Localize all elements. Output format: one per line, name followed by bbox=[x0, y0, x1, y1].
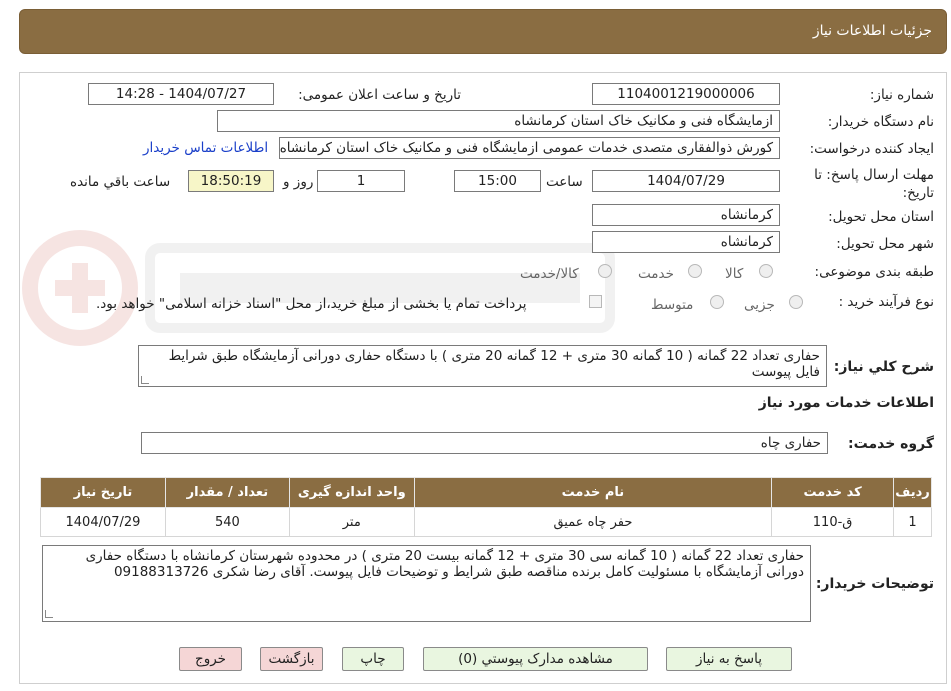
category-service-radio[interactable] bbox=[688, 264, 702, 278]
process-minor-radio[interactable] bbox=[789, 295, 803, 309]
city-field: کرمانشاه bbox=[592, 231, 780, 253]
table-row[interactable]: 1 ق-110 حفر چاه عمیق متر 540 1404/07/29 bbox=[40, 507, 932, 537]
buyer-org-field: ازمایشگاه فنی و مکانیک خاک استان کرمانشا… bbox=[217, 110, 780, 132]
buyer-notes-text: حفاری تعداد 22 گمانه ( 10 گمانه سی 30 مت… bbox=[85, 548, 804, 580]
process-medium-label: متوسط bbox=[651, 297, 694, 313]
summary-textarea: حفاری تعداد 22 گمانه ( 10 گمانه 30 متری … bbox=[138, 345, 827, 387]
page-title: جزئیات اطلاعات نیاز bbox=[812, 23, 932, 39]
process-minor-label: جزیی bbox=[744, 297, 775, 313]
deadline-label: مهلت ارسال پاسخ: تا تاریخ: bbox=[814, 167, 934, 201]
deadline-date-field: 1404/07/29 bbox=[592, 170, 780, 192]
cell-code: ق-110 bbox=[771, 507, 895, 537]
reply-button[interactable]: پاسخ به نیاز bbox=[666, 647, 792, 671]
need-number-label: شماره نیاز: bbox=[869, 87, 934, 103]
summary-text: حفاری تعداد 22 گمانه ( 10 گمانه 30 متری … bbox=[168, 348, 820, 380]
cell-name: حفر چاه عمیق bbox=[413, 507, 773, 537]
category-both-radio[interactable] bbox=[598, 264, 612, 278]
need-number-field: 1104001219000006 bbox=[592, 83, 780, 105]
payment-treasury-checkbox[interactable] bbox=[589, 295, 602, 308]
buyer-contact-link[interactable]: اطلاعات تماس خریدار bbox=[143, 140, 268, 156]
cell-date: 1404/07/29 bbox=[40, 507, 166, 537]
services-table: ردیف کد خدمت نام خدمت واحد اندازه گیری ت… bbox=[40, 477, 932, 537]
buyer-org-label: نام دستگاه خریدار: bbox=[827, 114, 934, 130]
service-group-field: حفاری چاه bbox=[141, 432, 828, 454]
buyer-notes-textarea: حفاری تعداد 22 گمانه ( 10 گمانه سی 30 مت… bbox=[42, 545, 811, 622]
services-section-title: اطلاعات خدمات مورد نیاز bbox=[758, 395, 934, 411]
city-label: شهر محل تحویل: bbox=[836, 236, 934, 252]
category-label: طبقه بندی موضوعی: bbox=[814, 264, 934, 280]
col-date-header: تاریخ نیاز bbox=[40, 477, 166, 508]
exit-button[interactable]: خروج bbox=[179, 647, 242, 671]
buyer-notes-label: توضیحات خریدار: bbox=[815, 576, 934, 592]
province-label: استان محل تحویل: bbox=[828, 209, 934, 225]
category-both-label: کالا/خدمت bbox=[520, 266, 579, 282]
view-attachments-button[interactable]: مشاهده مدارک پیوستي (0) bbox=[423, 647, 648, 671]
payment-note: پرداخت تمام یا بخشی از مبلغ خرید،از محل … bbox=[96, 296, 527, 312]
resize-handle-icon[interactable] bbox=[141, 376, 149, 384]
print-button[interactable]: چاپ bbox=[342, 647, 404, 671]
col-code-header: کد خدمت bbox=[771, 477, 895, 508]
category-goods-label: کالا bbox=[725, 266, 744, 282]
col-row-header: ردیف bbox=[893, 477, 932, 508]
days-label: روز و bbox=[283, 174, 314, 190]
summary-label: شرح كلي نياز: bbox=[833, 359, 934, 375]
resize-handle-icon[interactable] bbox=[45, 610, 53, 618]
deadline-time-field: 15:00 bbox=[454, 170, 541, 192]
announce-field: 1404/07/27 - 14:28 bbox=[88, 83, 274, 105]
cell-unit: متر bbox=[288, 507, 415, 537]
col-unit-header: واحد اندازه گیری bbox=[288, 477, 415, 508]
col-qty-header: تعداد / مقدار bbox=[164, 477, 290, 508]
category-service-label: خدمت bbox=[638, 266, 674, 282]
creator-field: کورش ذوالفقاری متصدی خدمات عمومی ازمایشگ… bbox=[279, 137, 780, 159]
service-group-label: گروه خدمت: bbox=[848, 436, 934, 452]
cell-row: 1 bbox=[893, 507, 932, 537]
remaining-label: ساعت باقي مانده bbox=[70, 174, 171, 190]
cell-qty: 540 bbox=[164, 507, 290, 537]
creator-label: ایجاد کننده درخواست: bbox=[809, 141, 934, 157]
back-button[interactable]: بازگشت bbox=[260, 647, 323, 671]
table-header-row: ردیف کد خدمت نام خدمت واحد اندازه گیری ت… bbox=[40, 477, 932, 508]
province-field: کرمانشاه bbox=[592, 204, 780, 226]
page-header: جزئیات اطلاعات نیاز bbox=[19, 9, 947, 54]
days-field: 1 bbox=[317, 170, 405, 192]
col-name-header: نام خدمت bbox=[413, 477, 773, 508]
process-medium-radio[interactable] bbox=[710, 295, 724, 309]
process-label: نوع فرآیند خرید : bbox=[838, 294, 934, 310]
remaining-time-field: 18:50:19 bbox=[188, 170, 274, 192]
category-goods-radio[interactable] bbox=[759, 264, 773, 278]
announce-label: تاریخ و ساعت اعلان عمومی: bbox=[298, 87, 461, 103]
time-label: ساعت bbox=[546, 174, 583, 190]
